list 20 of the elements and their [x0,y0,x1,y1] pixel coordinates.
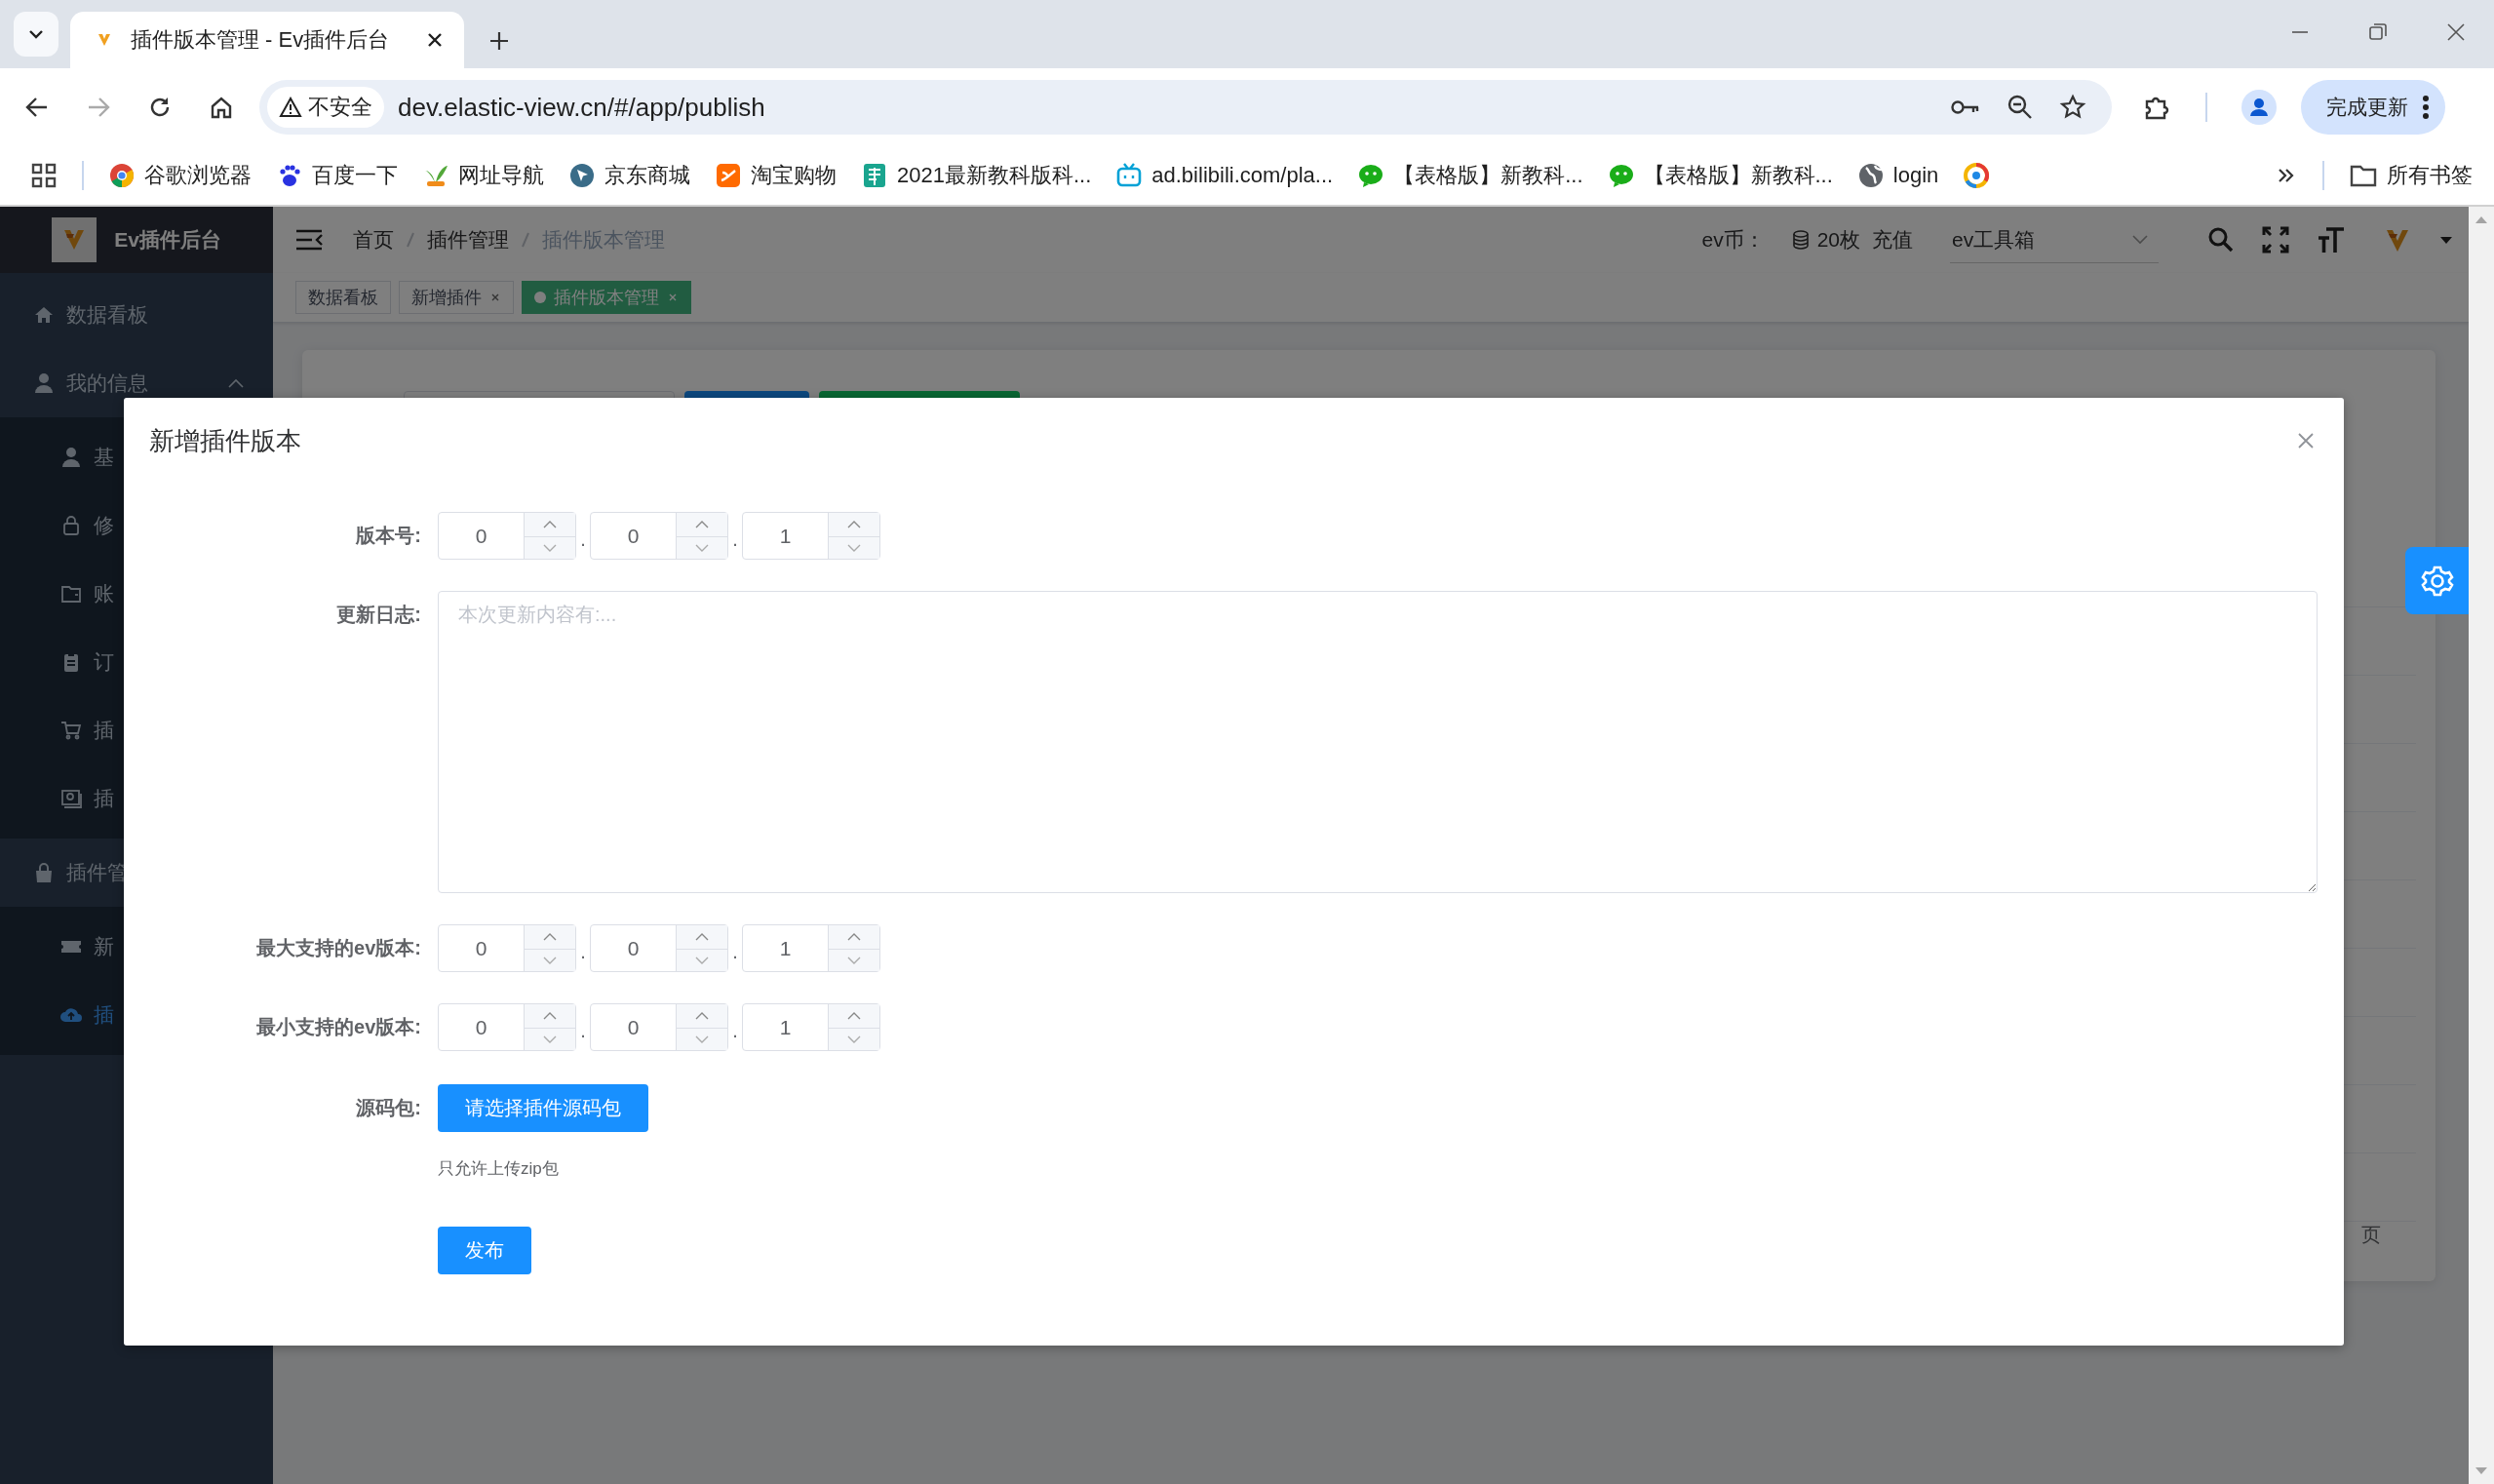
upload-hint: 只允许上传zip包 [438,1158,559,1180]
pagination-text: 页 [2361,1223,2381,1247]
form-label: 源码包: [356,1096,421,1120]
version-separator: . [579,1019,587,1042]
form-label: 最小支持的ev版本: [256,1015,421,1039]
version-separator: . [731,1019,739,1042]
coin-balance: 20枚 [1816,227,1860,253]
tab-title: 插件版本管理 - Ev插件后台 [131,26,391,54]
version-separator: . [579,527,587,551]
form-label: 最大支持的ev版本: [256,936,421,960]
coin-label: ev币： [1701,227,1765,253]
version-separator: . [731,940,739,963]
app-name: Ev插件后台 [114,227,221,253]
form-label: 更新日志: [336,603,421,627]
security-label: 不安全 [308,94,372,121]
dialog-title: 新增插件版本 [149,424,301,457]
version-separator: . [731,527,739,551]
url-text: dev.elastic-view.cn/#/app/publish [398,92,765,123]
form-label: 版本号: [356,524,421,548]
version-separator: . [579,940,587,963]
